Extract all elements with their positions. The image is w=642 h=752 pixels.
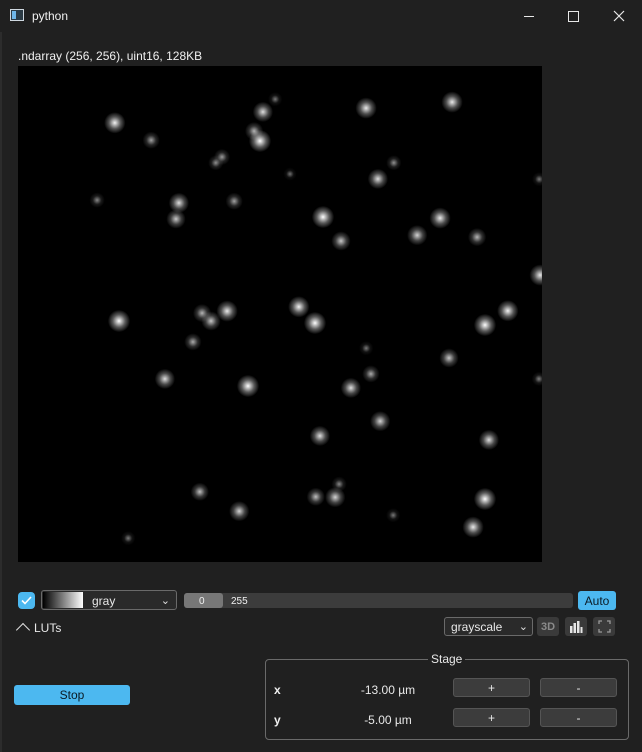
fluorescent-spot [362, 365, 380, 383]
array-info-label: .ndarray (256, 256), uint16, 128KB [18, 49, 203, 63]
title-bar: python [0, 0, 642, 32]
toggle-3d-button[interactable]: 3D [537, 617, 559, 636]
stage-title: Stage [428, 652, 466, 666]
fluorescent-spot [468, 228, 486, 246]
stage-x-minus-button[interactable]: - [540, 678, 617, 697]
histogram-icon [570, 620, 583, 633]
fluorescent-spot [359, 341, 373, 355]
fluorescent-spot [386, 155, 402, 171]
stage-y-position: -5.00 µm [364, 713, 412, 727]
fluorescent-spot [309, 425, 331, 447]
stage-x-plus-button[interactable]: + [453, 678, 530, 697]
lut-gradient-swatch [43, 592, 83, 608]
fluorescent-spot [497, 300, 519, 322]
fluorescent-spot [532, 172, 542, 186]
lut-dropdown[interactable]: gray ⌄ [41, 590, 177, 610]
colormap-name: grayscale [451, 620, 503, 634]
fluorescent-spot [529, 264, 542, 286]
fluorescent-spot [249, 130, 271, 152]
fluorescent-spot [216, 300, 238, 322]
fluorescent-spot [340, 377, 362, 399]
fluorescent-spot [331, 231, 351, 251]
stage-y-minus-button[interactable]: - [540, 708, 617, 727]
lut-name: gray [92, 594, 116, 608]
fluorescent-spot [121, 531, 135, 545]
luts-toggle-label: LUTs [34, 620, 62, 635]
chevron-up-icon [15, 622, 31, 638]
maximize-icon [567, 10, 579, 22]
stage-y-plus-button[interactable]: + [453, 708, 530, 727]
fluorescent-spot [208, 155, 224, 171]
fluorescent-spot [462, 516, 484, 538]
fluorescent-spot [441, 91, 463, 113]
fluorescent-spot [478, 429, 500, 451]
fluorescent-spot [474, 488, 496, 510]
range-min-value: 0 [199, 596, 205, 607]
fluorescent-spot [367, 168, 389, 190]
stage-x-position: -13.00 µm [360, 683, 416, 697]
fluorescent-spot [355, 97, 377, 119]
image-viewer-icon [10, 9, 24, 21]
stage-group [265, 659, 629, 740]
window-title: python [32, 9, 69, 23]
luts-toggle[interactable]: LUTs [15, 620, 62, 638]
fluorescent-spot [108, 310, 130, 332]
fluorescent-spot [154, 368, 176, 390]
fluorescent-spot [474, 314, 496, 336]
minimize-button[interactable] [506, 0, 552, 32]
fluorescent-spot [386, 508, 400, 522]
stop-button[interactable]: Stop [14, 685, 130, 705]
fluorescent-spot [306, 487, 326, 507]
fluorescent-spot [407, 225, 427, 245]
fluorescent-spot [331, 476, 347, 492]
fluorescent-spot [184, 333, 202, 351]
histogram-button[interactable] [565, 617, 587, 636]
colormap-dropdown[interactable]: grayscale ⌄ [444, 617, 533, 636]
fluorescent-spot [531, 371, 542, 387]
fluorescent-spot [229, 501, 249, 521]
fluorescent-spot [190, 482, 210, 502]
range-max-value: 255 [231, 596, 248, 607]
stage-x-label: x [274, 683, 281, 697]
image-canvas[interactable] [18, 66, 542, 562]
fluorescent-spot [89, 192, 105, 208]
fluorescent-spot [312, 206, 334, 228]
channel-visible-checkbox[interactable] [18, 592, 35, 609]
fluorescent-spot [142, 131, 160, 149]
fluorescent-spot [104, 112, 126, 134]
chevron-down-icon: ⌄ [518, 621, 528, 633]
close-icon [613, 10, 625, 22]
fluorescent-spot [166, 209, 186, 229]
minimize-icon [524, 15, 534, 17]
window-border [0, 32, 2, 752]
fullscreen-icon [597, 620, 611, 633]
check-icon [21, 596, 32, 605]
stage-y-label: y [274, 713, 281, 727]
chevron-down-icon: ⌄ [160, 595, 170, 607]
fluorescent-spot [429, 207, 451, 229]
fluorescent-spot [268, 92, 282, 106]
close-button[interactable] [596, 0, 642, 32]
fluorescent-spot [439, 348, 459, 368]
fullscreen-button[interactable] [593, 617, 615, 636]
auto-contrast-button[interactable]: Auto [578, 591, 616, 610]
fluorescent-spot [283, 167, 297, 181]
fluorescent-spot [225, 192, 243, 210]
fluorescent-spot [237, 375, 259, 397]
fluorescent-spot [370, 411, 390, 431]
fluorescent-spot [304, 312, 326, 334]
maximize-button[interactable] [550, 0, 596, 32]
